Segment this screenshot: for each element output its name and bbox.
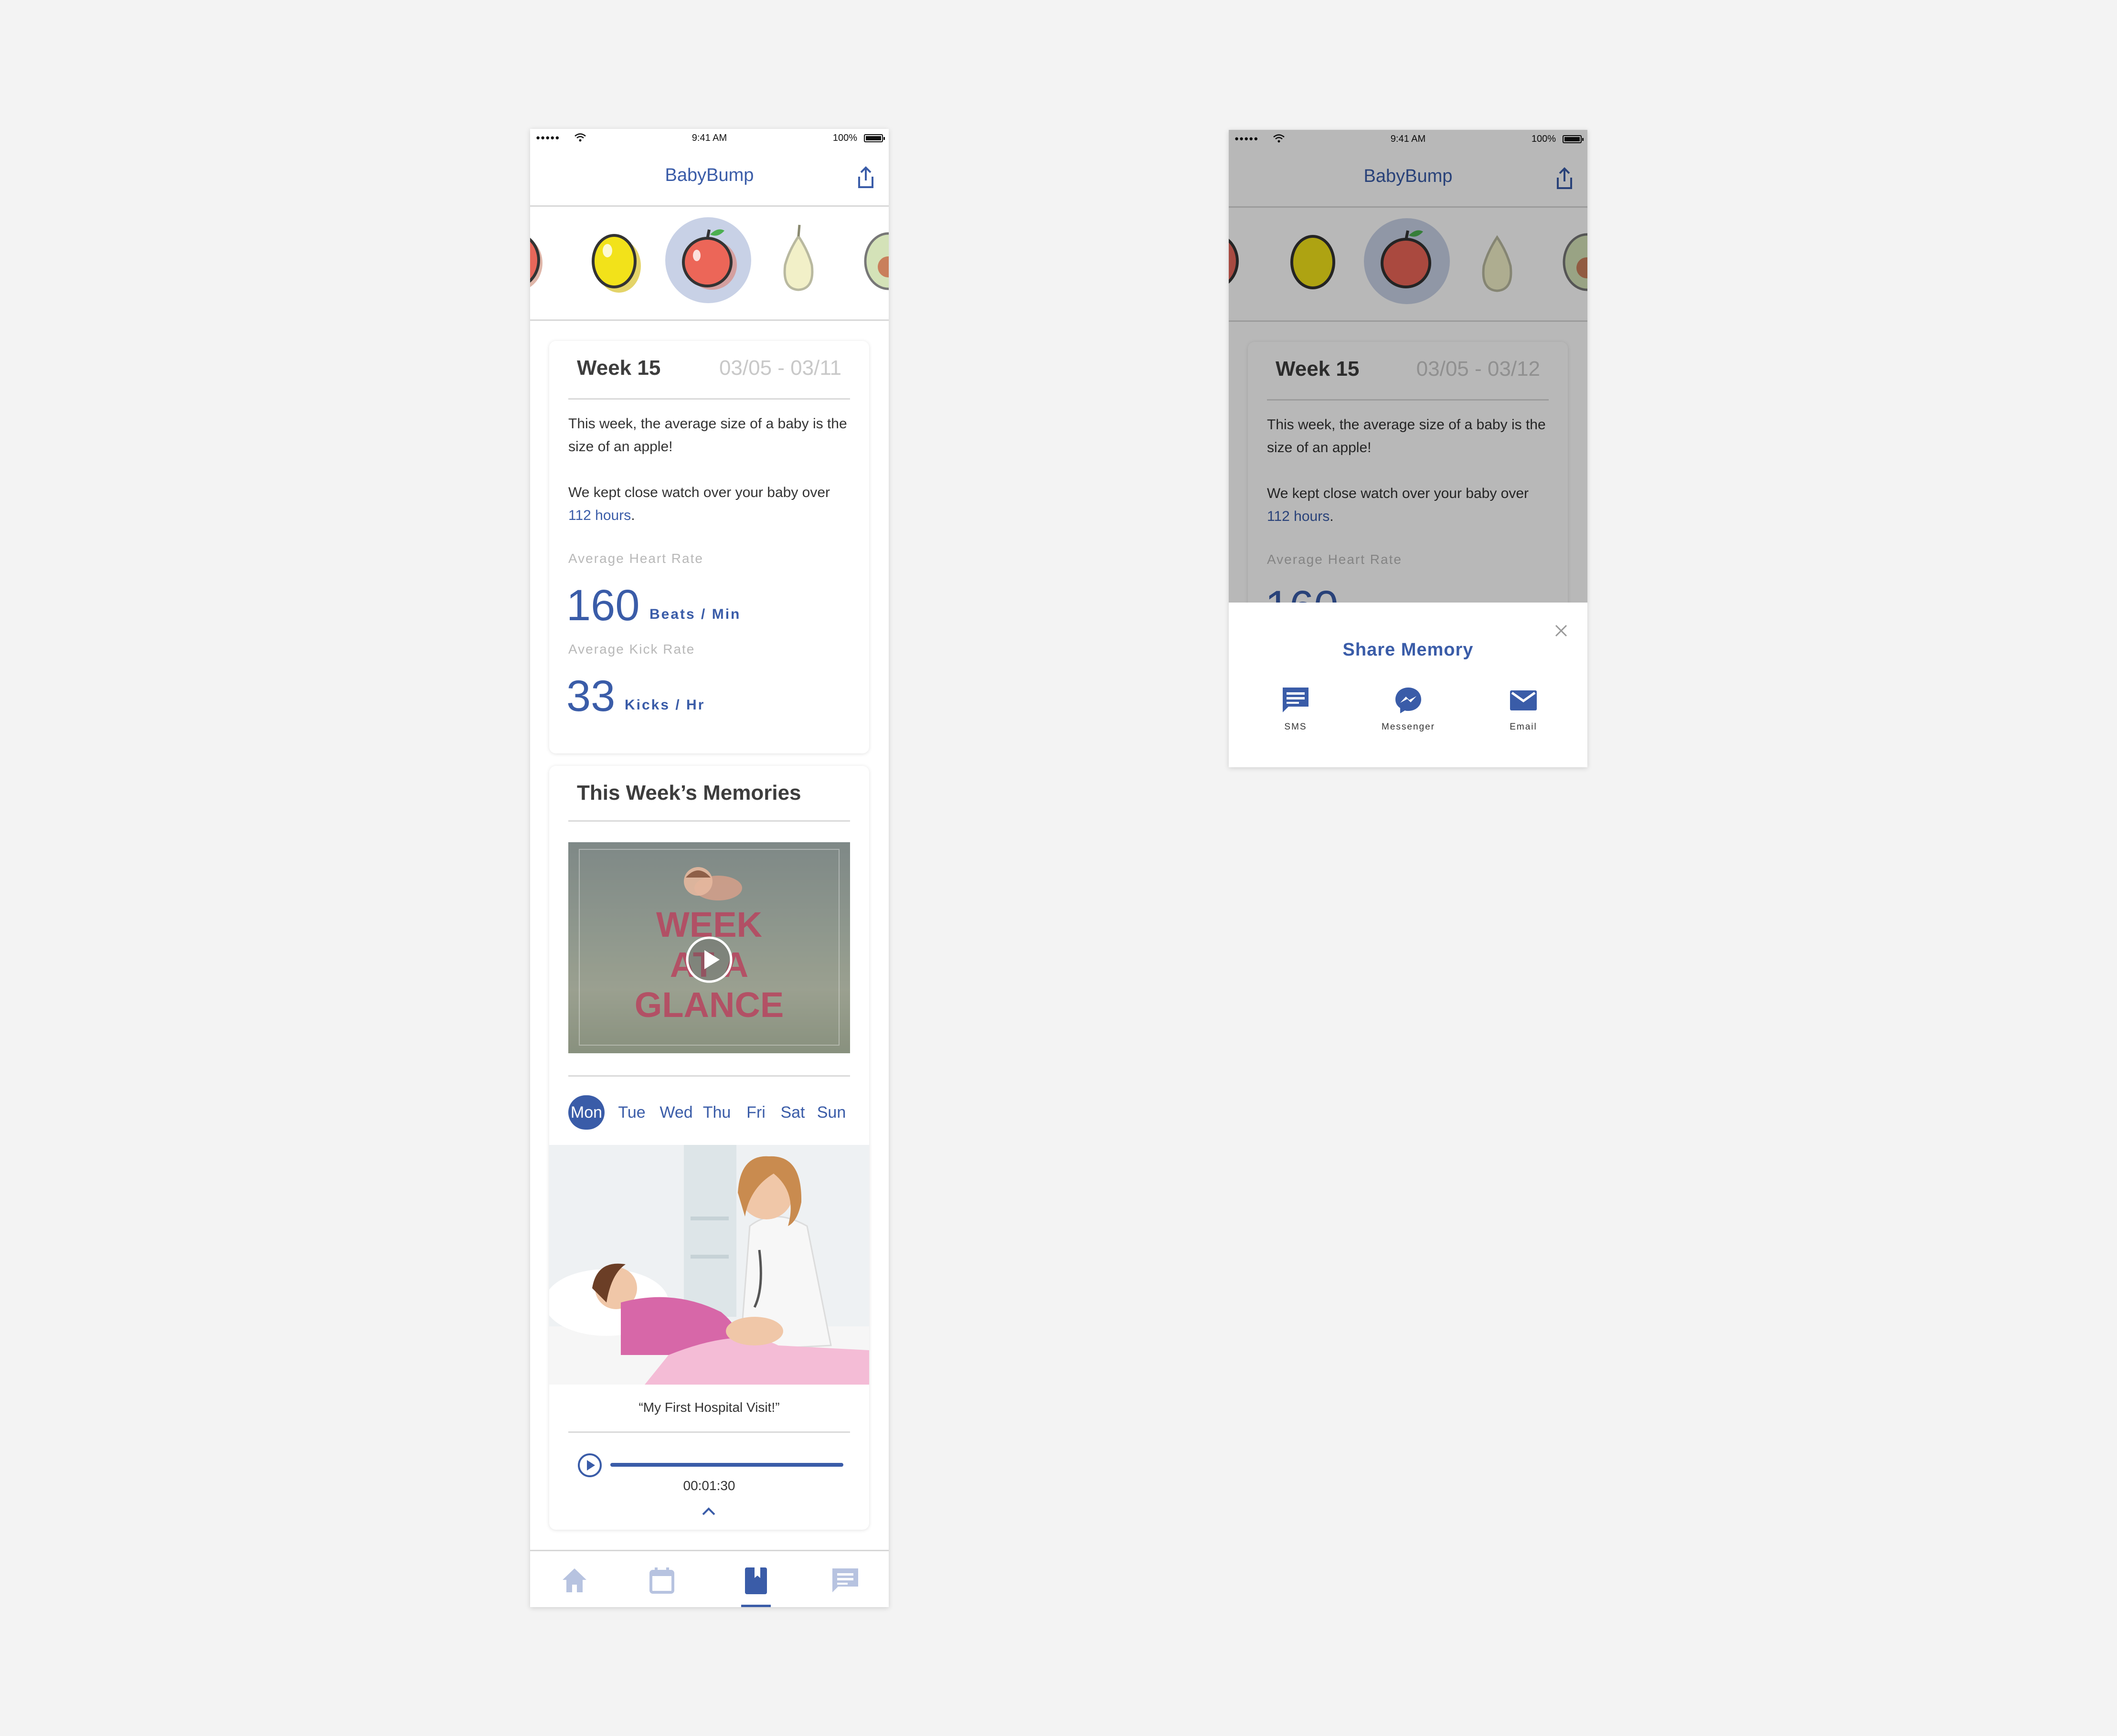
memory-caption: “My First Hospital Visit!”	[638, 1400, 780, 1415]
heart-rate-label: Average Heart Rate	[568, 551, 703, 566]
email-icon	[1510, 690, 1537, 710]
share-sms-label: SMS	[1284, 722, 1307, 732]
sleeping-baby-icon	[684, 867, 742, 900]
share-sheet: Share Memory SMS Messenger Email	[1229, 603, 1587, 767]
share-icon[interactable]	[854, 165, 877, 190]
share-messenger-button[interactable]: Messenger	[1368, 685, 1449, 742]
day-selector: Mon Tue Wed Thu Fri Sat Sun	[568, 1095, 850, 1130]
phone-main-screen: ●●●●● 9:41 AM 100% BabyBump Week 15 03/0…	[530, 129, 889, 1607]
fruit-avocado[interactable]	[845, 217, 889, 303]
week-date-range: 03/05 - 03/11	[719, 356, 841, 380]
divider	[568, 1431, 850, 1433]
day-sun[interactable]: Sun	[815, 1095, 848, 1130]
memories-card: This Week’s Memories WEEK AT A GLANCE Mo…	[549, 766, 869, 1530]
fruit-lemon[interactable]	[572, 217, 658, 303]
battery-icon	[864, 134, 885, 142]
memory-photo[interactable]	[549, 1145, 869, 1385]
app-title: BabyBump	[665, 165, 754, 185]
divider	[568, 398, 850, 400]
messenger-icon	[1395, 688, 1421, 713]
memories-title: This Week’s Memories	[577, 781, 801, 804]
chevron-up-icon[interactable]	[700, 1505, 717, 1518]
kick-rate-unit: Kicks / Hr	[625, 697, 705, 713]
modal-backdrop[interactable]	[1229, 130, 1587, 603]
fruit-week-selector	[530, 207, 889, 321]
video-text-line-3: GLANCE	[634, 985, 784, 1025]
fruit-pear[interactable]	[755, 217, 841, 303]
size-text: This week, the average size of a baby is…	[568, 416, 847, 455]
fruit-strawberry[interactable]	[530, 217, 559, 303]
heart-rate-value: 160	[566, 581, 640, 630]
share-sheet-title: Share Memory	[1342, 640, 1474, 660]
share-email-label: Email	[1510, 722, 1537, 732]
share-messenger-label: Messenger	[1382, 722, 1435, 732]
close-icon[interactable]	[1553, 623, 1569, 639]
audio-time: 00:01:30	[683, 1478, 735, 1493]
kick-rate-value: 33	[566, 672, 616, 720]
divider	[568, 1075, 850, 1077]
tab-bar	[530, 1550, 889, 1607]
kick-rate-label: Average Kick Rate	[568, 642, 695, 656]
day-fri[interactable]: Fri	[744, 1095, 768, 1130]
home-icon[interactable]	[558, 1564, 591, 1597]
share-email-button[interactable]: Email	[1483, 685, 1564, 742]
heart-rate-unit: Beats / Min	[649, 606, 741, 622]
audio-progress-bar[interactable]	[610, 1463, 843, 1467]
status-bar: ●●●●● 9:41 AM 100%	[530, 129, 889, 148]
week-summary-card: Week 15 03/05 - 03/11 This week, the ave…	[549, 341, 869, 753]
phone-share-screen: ●●●●● 9:41 AM 100% BabyBump Week 15 03/0…	[1229, 130, 1587, 767]
week-video[interactable]: WEEK AT A GLANCE	[568, 842, 850, 1053]
watch-text: We kept close watch over your baby over …	[568, 485, 830, 523]
share-sms-button[interactable]: SMS	[1255, 685, 1336, 742]
nav-bar: BabyBump	[530, 148, 889, 207]
day-wed[interactable]: Wed	[657, 1095, 695, 1130]
week-label: Week 15	[577, 356, 661, 380]
battery-percent: 100%	[832, 133, 857, 143]
day-sat[interactable]: Sat	[778, 1095, 807, 1130]
journal-icon[interactable]	[739, 1564, 773, 1597]
calendar-icon[interactable]	[645, 1564, 679, 1597]
divider	[568, 820, 850, 822]
audio-play-icon[interactable]	[577, 1452, 603, 1478]
active-tab-indicator	[741, 1605, 771, 1607]
fruit-apple-selected[interactable]	[665, 217, 751, 303]
play-icon[interactable]	[685, 936, 733, 984]
day-thu[interactable]: Thu	[700, 1095, 734, 1130]
chat-icon[interactable]	[829, 1564, 862, 1597]
day-tue[interactable]: Tue	[615, 1095, 649, 1130]
day-mon[interactable]: Mon	[568, 1095, 605, 1130]
watch-hours: 112 hours	[568, 508, 631, 523]
sms-icon	[1283, 688, 1308, 712]
